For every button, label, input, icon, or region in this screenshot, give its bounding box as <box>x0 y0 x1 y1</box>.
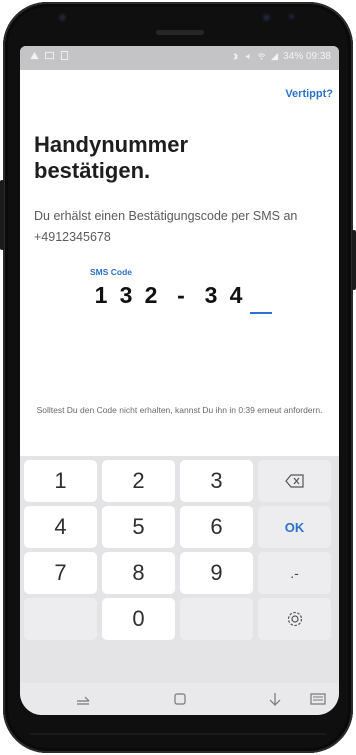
nav-home-icon[interactable] <box>172 691 188 707</box>
front-camera-icon <box>262 13 271 22</box>
key-6[interactable]: 6 <box>180 506 253 548</box>
wifi-icon <box>257 53 266 60</box>
code-digit[interactable]: 1 <box>90 280 112 310</box>
status-bar: 34% 09:38 <box>20 46 339 70</box>
image-icon <box>45 51 54 60</box>
page-title: Handynummer bestätigen. <box>34 132 188 184</box>
bluetooth-icon <box>233 52 239 61</box>
key-5[interactable]: 5 <box>102 506 175 548</box>
code-separator: - <box>177 282 185 308</box>
page-title-line2: bestätigen. <box>34 158 151 183</box>
keyboard-icon[interactable] <box>310 691 326 707</box>
system-nav-bar <box>20 683 339 715</box>
phone-bottom-edge <box>30 733 326 735</box>
blank-key <box>24 598 97 640</box>
key-2[interactable]: 2 <box>102 460 175 502</box>
key-7[interactable]: 7 <box>24 552 97 594</box>
code-digit[interactable]: 4 <box>225 280 247 310</box>
phone-screen: 34% 09:38 Vertippt? Handynummer bestätig… <box>20 46 339 715</box>
gear-icon <box>287 611 302 627</box>
ok-key[interactable]: OK <box>258 506 331 548</box>
code-digit-active[interactable] <box>250 280 272 314</box>
battery-time-text: 34% 09:38 <box>283 51 331 62</box>
resend-info-text: Solltest Du den Code nicht erhalten, kan… <box>36 405 323 415</box>
code-digit[interactable]: 2 <box>140 280 162 310</box>
iris-sensor-icon <box>288 13 295 20</box>
key-8[interactable]: 8 <box>102 552 175 594</box>
typo-link[interactable]: Vertippt? <box>285 88 333 100</box>
code-digit[interactable]: 3 <box>200 280 222 310</box>
backspace-icon <box>284 474 304 488</box>
settings-key[interactable] <box>258 598 331 640</box>
nav-back-icon[interactable] <box>267 691 283 707</box>
key-9[interactable]: 9 <box>180 552 253 594</box>
warning-icon <box>30 51 39 60</box>
document-icon <box>60 51 69 60</box>
symbol-key[interactable]: .- <box>258 552 331 594</box>
numeric-keyboard: 1 2 3 4 5 6 OK 7 8 9 .- 0 <box>20 456 339 683</box>
key-1[interactable]: 1 <box>24 460 97 502</box>
mute-icon <box>245 53 250 60</box>
phone-side-button <box>0 180 4 250</box>
sensor-icon <box>58 13 67 22</box>
phone-side-button <box>352 230 356 290</box>
sms-code-label: SMS Code <box>90 267 133 277</box>
subtitle-text: Du erhälst einen Bestätigungscode per SM… <box>34 209 298 244</box>
backspace-key[interactable] <box>258 460 331 502</box>
blank-key <box>180 598 253 640</box>
key-3[interactable]: 3 <box>180 460 253 502</box>
speaker-grille <box>156 30 204 35</box>
code-digit[interactable]: 3 <box>115 280 137 310</box>
key-0[interactable]: 0 <box>102 598 175 640</box>
signal-icon <box>271 52 279 61</box>
key-4[interactable]: 4 <box>24 506 97 548</box>
page-title-line1: Handynummer <box>34 132 189 157</box>
nav-recent-icon[interactable] <box>75 691 91 707</box>
